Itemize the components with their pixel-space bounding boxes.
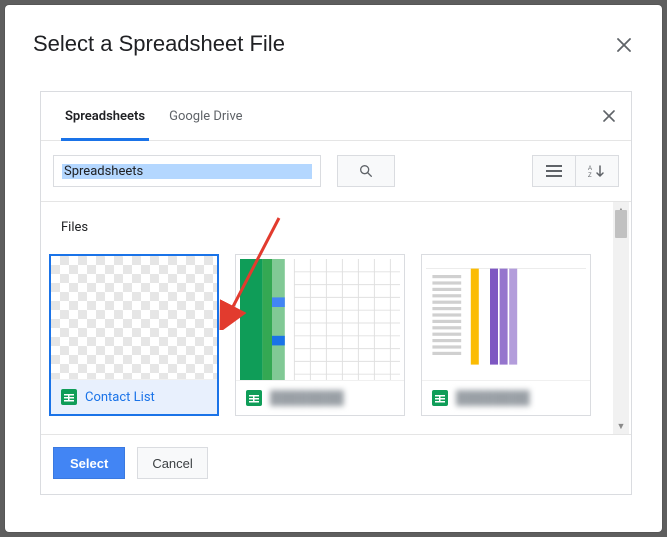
view-controls: A Z [532,155,619,187]
file-caption: Contact List [51,379,217,414]
tab-bar: Spreadsheets Google Drive [41,92,631,141]
select-button[interactable]: Select [53,447,125,479]
sheets-icon [432,390,448,406]
search-input-wrap [53,155,321,187]
tab-close-icon[interactable] [599,106,619,126]
svg-text:Z: Z [588,173,592,178]
cancel-button[interactable]: Cancel [137,447,207,479]
files-section-label: Files [61,220,88,235]
sheets-icon [61,389,77,405]
file-card[interactable]: ████████ [235,254,405,416]
close-icon[interactable] [612,33,636,57]
file-title: ████████ [270,390,344,406]
search-input[interactable] [62,164,312,179]
scrollbar-thumb[interactable] [615,210,627,238]
file-caption: ████████ [236,380,404,415]
search-button[interactable] [337,155,395,187]
file-title: ████████ [456,390,530,406]
dialog-title: Select a Spreadsheet File [33,31,285,57]
file-title: Contact List [85,390,155,405]
sort-az-icon[interactable]: A Z [576,155,619,187]
scrollbar[interactable]: ▲ ▼ [613,202,629,434]
svg-text:A: A [588,166,592,172]
action-row: Select Cancel [41,434,631,491]
tab-spreadsheets[interactable]: Spreadsheets [53,92,157,140]
picker-panel: Spreadsheets Google Drive A [40,91,632,495]
file-thumbnail [51,256,217,379]
sheets-icon [246,390,262,406]
file-thumbnail [422,255,590,380]
file-caption: ████████ [422,380,590,415]
file-thumbnail [236,255,404,380]
list-view-icon[interactable] [532,155,576,187]
file-picker-dialog: Select a Spreadsheet File Spreadsheets G… [5,5,662,532]
files-area: Files Contact List [41,201,631,434]
file-card[interactable]: ████████ [421,254,591,416]
file-card[interactable]: Contact List [49,254,219,416]
tab-google-drive[interactable]: Google Drive [157,92,254,140]
controls-row: A Z [41,141,631,201]
scroll-down-icon[interactable]: ▼ [613,418,629,434]
file-grid: Contact List [49,254,609,416]
